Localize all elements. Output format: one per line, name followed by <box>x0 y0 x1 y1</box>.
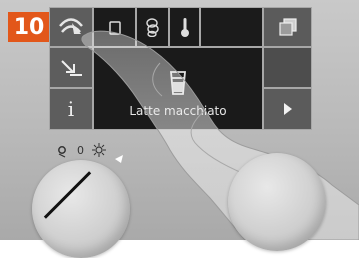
step-badge: 10 <box>8 12 50 42</box>
menu-arc-icon <box>59 18 83 34</box>
right-blank-button[interactable] <box>263 47 312 88</box>
rotary-switch[interactable] <box>32 160 130 258</box>
next-button[interactable] <box>263 88 312 130</box>
temperature-button[interactable] <box>169 7 200 47</box>
display-area[interactable]: Latte macchiato <box>93 47 263 130</box>
empty-slot <box>200 7 263 47</box>
info-label: i <box>67 97 75 121</box>
beans-button[interactable] <box>136 7 169 47</box>
svg-text:0: 0 <box>77 144 84 157</box>
control-knob[interactable] <box>228 153 326 251</box>
sun-icon <box>92 143 106 157</box>
triangle-right-icon <box>283 103 292 115</box>
programming-button[interactable] <box>49 47 93 88</box>
arrow-down-left-icon <box>61 59 82 76</box>
coffee-beans-icon <box>145 18 159 37</box>
dial-markings: 0 <box>58 143 123 163</box>
cup-icon <box>108 21 121 35</box>
cup-button[interactable] <box>93 7 136 47</box>
thermometer-icon <box>180 18 189 37</box>
step-number: 10 <box>13 14 45 40</box>
copy-button[interactable] <box>263 7 312 47</box>
latte-glass-icon <box>170 70 186 95</box>
overlap-squares-icon <box>278 18 297 36</box>
menu-button[interactable] <box>49 7 93 47</box>
info-button[interactable]: i <box>49 88 93 130</box>
control-panel: i Latte macchiato <box>49 7 312 130</box>
beverage-label: Latte macchiato <box>129 103 227 118</box>
